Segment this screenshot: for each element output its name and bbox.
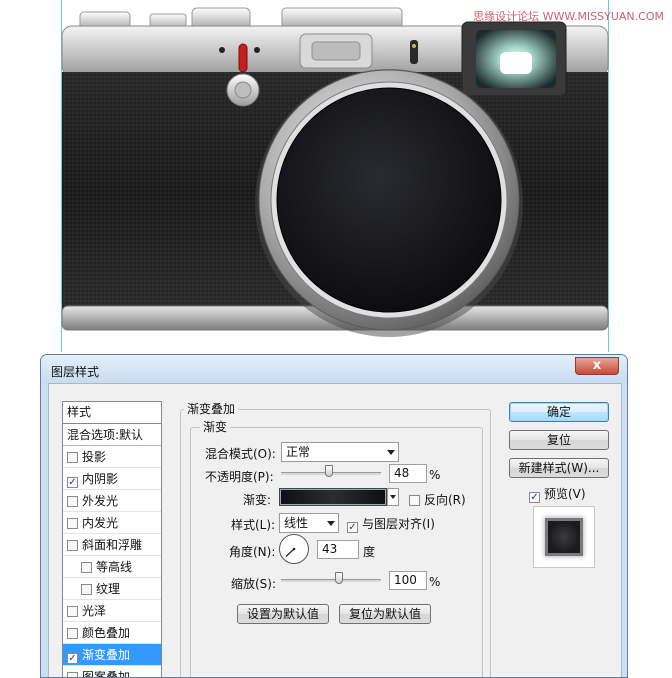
scale-input[interactable]: 100: [389, 571, 427, 590]
style-checkbox[interactable]: [81, 584, 92, 595]
chevron-down-icon: [327, 521, 335, 526]
align-with-layer-row[interactable]: ✓ 与图层对齐(I): [347, 515, 435, 533]
align-with-layer-checkbox[interactable]: ✓: [347, 522, 358, 533]
style-checkbox[interactable]: [81, 562, 92, 573]
style-list-item[interactable]: ✓ 渐变叠加: [63, 644, 161, 666]
gradient-subgroup-title: 渐变: [200, 418, 231, 435]
style-checkbox[interactable]: [67, 496, 78, 507]
style-list-item[interactable]: 混合选项:默认: [63, 424, 161, 446]
camera-illustration: [61, 7, 609, 337]
style-checkbox[interactable]: [67, 452, 78, 463]
layer-style-dialog: 图层样式 x 样式 混合选项:默认投影 ✓ 内阴影外发光内发光斜面和浮雕等高线纹理光…: [40, 354, 628, 678]
style-value: 线性: [284, 516, 309, 530]
angle-indicator-icon: [285, 547, 296, 557]
style-list-item[interactable]: 纹理: [63, 578, 161, 600]
angle-degree-unit: 度: [363, 545, 376, 559]
style-checkbox[interactable]: ✓: [67, 653, 78, 664]
style-list-item-label: 投影: [82, 450, 107, 464]
gradient-label: 渐变:: [243, 493, 272, 507]
angle-input[interactable]: 43: [317, 540, 359, 559]
style-list-item-label: 内发光: [82, 516, 119, 530]
style-select[interactable]: 线性: [279, 513, 339, 533]
style-checkbox[interactable]: [67, 672, 78, 677]
reset-to-default-button[interactable]: 复位为默认值: [339, 604, 431, 624]
gradient-dropdown[interactable]: [387, 488, 399, 506]
style-list-item-label: 斜面和浮雕: [82, 538, 143, 552]
style-list-item[interactable]: 外发光: [63, 490, 161, 512]
gradient-overlay-title: 渐变叠加: [184, 400, 239, 417]
angle-label: 角度(N):: [229, 545, 276, 559]
style-list-item[interactable]: 等高线: [63, 556, 161, 578]
style-checkbox[interactable]: [67, 540, 78, 551]
style-checkbox[interactable]: [67, 518, 78, 529]
style-list-item[interactable]: 内发光: [63, 512, 161, 534]
opacity-percent: %: [429, 468, 441, 482]
dialog-client-area: 样式 混合选项:默认投影 ✓ 内阴影外发光内发光斜面和浮雕等高线纹理光泽颜色叠加 ✓ 渐…: [48, 383, 622, 678]
style-preview: [533, 506, 595, 568]
style-list-item-label: 图案叠加: [82, 670, 131, 678]
gradient-swatch[interactable]: [279, 488, 387, 506]
style-list-item-label: 颜色叠加: [82, 626, 131, 640]
reverse-checkbox-row[interactable]: 反向(R): [409, 491, 466, 508]
style-checkbox[interactable]: ✓: [67, 477, 78, 488]
chevron-down-icon: [387, 450, 395, 455]
new-style-button[interactable]: 新建样式(W)...: [509, 458, 609, 478]
align-with-layer-label: 与图层对齐(I): [362, 517, 435, 531]
style-list-item[interactable]: 光泽: [63, 600, 161, 622]
opacity-input[interactable]: 48: [389, 464, 427, 483]
chevron-down-icon: [390, 495, 396, 499]
close-button[interactable]: x: [575, 357, 619, 375]
style-list-item[interactable]: 斜面和浮雕: [63, 534, 161, 556]
reset-button[interactable]: 复位: [509, 430, 609, 450]
scale-slider-track[interactable]: [281, 579, 381, 582]
dialog-title: 图层样式: [51, 365, 100, 379]
scale-label: 缩放(S):: [231, 577, 277, 591]
styles-list-header[interactable]: 样式: [63, 402, 161, 424]
preview-label: 预览(V): [544, 487, 586, 501]
styles-list: 混合选项:默认投影 ✓ 内阴影外发光内发光斜面和浮雕等高线纹理光泽颜色叠加 ✓ 渐变叠加…: [63, 424, 161, 678]
style-list-item-label: 内阴影: [82, 472, 119, 486]
style-list-item-label: 混合选项:默认: [67, 428, 144, 442]
preview-checkbox-row[interactable]: ✓ 预览(V): [529, 485, 586, 503]
styles-list-panel: 样式 混合选项:默认投影 ✓ 内阴影外发光内发光斜面和浮雕等高线纹理光泽颜色叠加 ✓ 渐…: [62, 401, 162, 678]
ok-button[interactable]: 确定: [509, 402, 609, 422]
opacity-slider-thumb[interactable]: [325, 465, 333, 477]
style-list-item[interactable]: 颜色叠加: [63, 622, 161, 644]
style-list-item[interactable]: ✓ 内阴影: [63, 468, 161, 490]
scale-slider-thumb[interactable]: [335, 572, 343, 584]
set-as-default-button[interactable]: 设置为默认值: [237, 604, 329, 624]
canvas-area: 思缘设计论坛 WWW.MISSYUAN.COM: [0, 0, 672, 352]
blend-mode-select[interactable]: 正常: [281, 442, 399, 462]
style-checkbox[interactable]: [67, 628, 78, 639]
dialog-titlebar[interactable]: 图层样式 x: [41, 355, 627, 383]
preview-checkbox[interactable]: ✓: [529, 492, 540, 503]
angle-dial[interactable]: [279, 534, 309, 564]
blend-mode-value: 正常: [286, 445, 311, 459]
style-list-item-label: 渐变叠加: [82, 648, 131, 662]
scale-percent: %: [429, 575, 441, 589]
opacity-label: 不透明度(P):: [205, 470, 274, 484]
reverse-label: 反向(R): [424, 493, 466, 507]
style-list-item[interactable]: 投影: [63, 446, 161, 468]
blend-mode-label: 混合模式(O):: [205, 447, 276, 461]
style-list-item-label: 外发光: [82, 494, 119, 508]
style-preview-swatch: [548, 521, 580, 553]
style-label: 样式(L):: [231, 518, 276, 532]
style-list-item[interactable]: 图案叠加: [63, 666, 161, 678]
style-checkbox[interactable]: [67, 606, 78, 617]
style-list-item-label: 光泽: [82, 604, 107, 618]
style-list-item-label: 等高线: [96, 560, 133, 574]
style-list-item-label: 纹理: [96, 582, 121, 596]
reverse-checkbox[interactable]: [409, 495, 420, 506]
